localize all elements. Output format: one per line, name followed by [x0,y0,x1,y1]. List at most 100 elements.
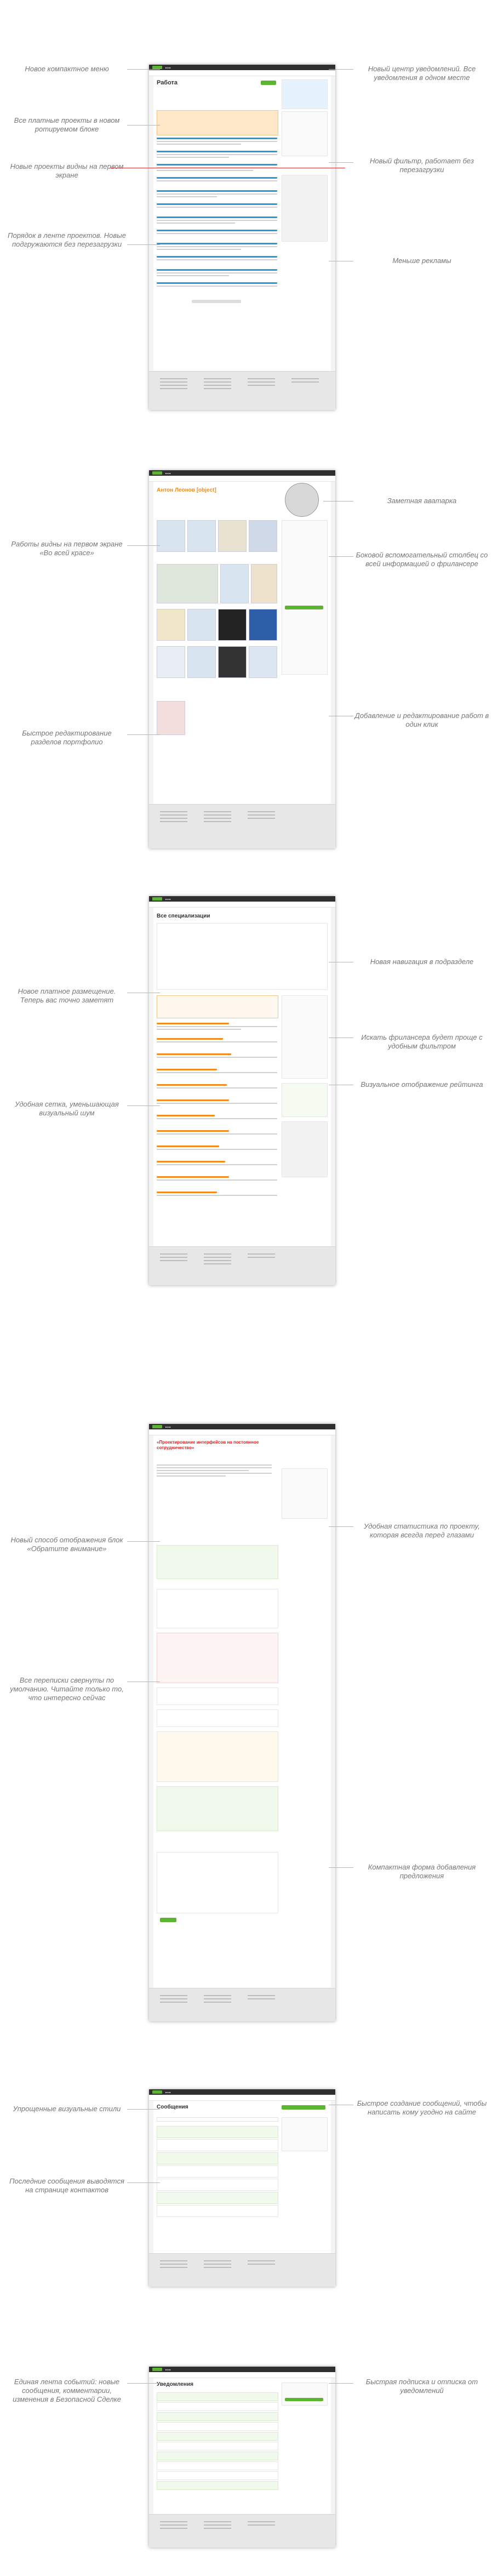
freelancer-row[interactable] [157,1145,277,1150]
event-row[interactable] [157,2481,278,2490]
annotation: Новый способ отображения блок «Обратите … [10,1536,123,1553]
freelancer-row[interactable] [157,1053,277,1058]
annotation: Новое компактное меню [25,65,109,73]
contact-row[interactable] [157,2139,278,2151]
proposal[interactable] [157,1709,278,1727]
project-stats-panel [282,1468,328,1519]
proposal[interactable] [157,1589,278,1628]
contact-row[interactable] [157,2179,278,2191]
load-more-button[interactable] [192,300,241,303]
attention-block [157,1545,278,1579]
nav-item[interactable]: ■ ■ ■ [165,66,170,69]
page-title: Сообщения [157,2104,188,2110]
annotation: Боковой вспомогательный столбец со всей … [356,551,488,568]
freelancer-row[interactable] [157,1161,277,1165]
event-row[interactable] [157,2442,278,2450]
project-feed-item[interactable] [157,151,277,158]
proposal-thread[interactable] [157,1786,278,1831]
paid-projects-block [157,110,278,135]
portfolio-work[interactable] [220,564,249,603]
project-feed-item[interactable] [157,216,277,224]
annotation: Добавление и редактирование работ в один… [354,711,489,728]
portfolio-work[interactable] [218,646,247,678]
ad-banner [282,175,328,242]
add-project-button[interactable] [261,81,276,85]
page-title: Все специализации [157,913,210,919]
contact-row[interactable] [157,2152,278,2164]
rating-widget [282,1083,328,1117]
portfolio-work[interactable] [157,609,185,641]
portfolio-work[interactable] [187,609,216,641]
portfolio-work[interactable] [157,701,185,735]
annotation: Новые проекты видны на первом экране [10,162,124,179]
contact-row[interactable] [157,2126,278,2138]
project-feed-item[interactable] [157,269,277,276]
annotation: Новый фильтр, работает без перезагрузки [369,157,474,174]
annotation: Все платные проекты в новом ротируемом б… [14,116,120,133]
add-proposal-form[interactable] [157,1852,278,1913]
profile-name: Антон Леонов [object] [157,487,216,493]
site-footer [149,2253,335,2287]
contact-row[interactable] [157,2205,278,2217]
freelancer-row[interactable] [157,1099,277,1104]
site-logo[interactable] [152,2090,162,2094]
event-row[interactable] [157,2461,278,2470]
freelancer-row[interactable] [157,1176,277,1181]
add-work-button[interactable] [285,606,323,609]
messages-sidebar [282,2117,328,2151]
freelancer-row[interactable] [157,1023,277,1030]
portfolio-work[interactable] [157,520,185,552]
proposal-thread[interactable] [157,1633,278,1683]
site-logo[interactable] [152,1425,162,1428]
event-row[interactable] [157,2392,278,2401]
event-row[interactable] [157,2412,278,2421]
project-feed-item[interactable] [157,256,277,260]
event-row[interactable] [157,2471,278,2480]
subscribe-button[interactable] [285,2398,323,2401]
project-feed-item[interactable] [157,203,277,208]
project-title: «Проектирование интерфейсов на постоянно… [157,1440,259,1450]
portfolio-work[interactable] [251,564,277,603]
portfolio-work[interactable] [249,609,277,641]
message-filter-tabs[interactable] [157,2117,278,2122]
freelancer-row[interactable] [157,1084,277,1088]
proposal[interactable] [157,1731,278,1782]
portfolio-work[interactable] [187,646,216,678]
portfolio-work[interactable] [157,646,185,678]
freelancer-row[interactable] [157,1130,277,1135]
portfolio-work[interactable] [249,520,277,552]
project-description [157,1463,272,1477]
freelancer-row[interactable] [157,1192,277,1196]
project-feed-item[interactable] [157,243,277,250]
project-feed-item[interactable] [157,230,277,234]
project-feed-item[interactable] [157,282,277,287]
site-logo[interactable] [152,897,162,901]
annotation: Новое платное размещение. Теперь вас точ… [18,987,116,1004]
project-feed-item[interactable] [157,177,277,181]
project-feed-item[interactable] [157,138,277,145]
freelancer-row[interactable] [157,1115,277,1119]
contact-row[interactable] [157,2192,278,2204]
top-menu: ■ ■ ■ [149,65,335,70]
freelancer-row[interactable] [157,1069,277,1073]
event-row[interactable] [157,2402,278,2411]
submit-proposal-button[interactable] [160,1918,176,1922]
event-row[interactable] [157,2432,278,2441]
portfolio-work[interactable] [218,520,247,552]
site-logo[interactable] [152,2368,162,2371]
portfolio-work[interactable] [218,609,247,641]
site-logo[interactable] [152,471,162,475]
screenshot-notifications: ■ ■ ■ Уведомления [149,2367,335,2547]
proposal[interactable] [157,1688,278,1705]
specializations-nav[interactable] [157,923,328,990]
screenshot-projects: ■ ■ ■ Работа [149,65,335,410]
new-message-button[interactable] [282,2105,325,2110]
freelancer-row[interactable] [157,1038,277,1042]
portfolio-work[interactable] [157,564,218,603]
event-row[interactable] [157,2422,278,2431]
portfolio-work[interactable] [249,646,277,678]
contact-row[interactable] [157,2165,278,2178]
portfolio-work[interactable] [187,520,216,552]
event-row[interactable] [157,2452,278,2460]
project-feed-item[interactable] [157,190,277,197]
